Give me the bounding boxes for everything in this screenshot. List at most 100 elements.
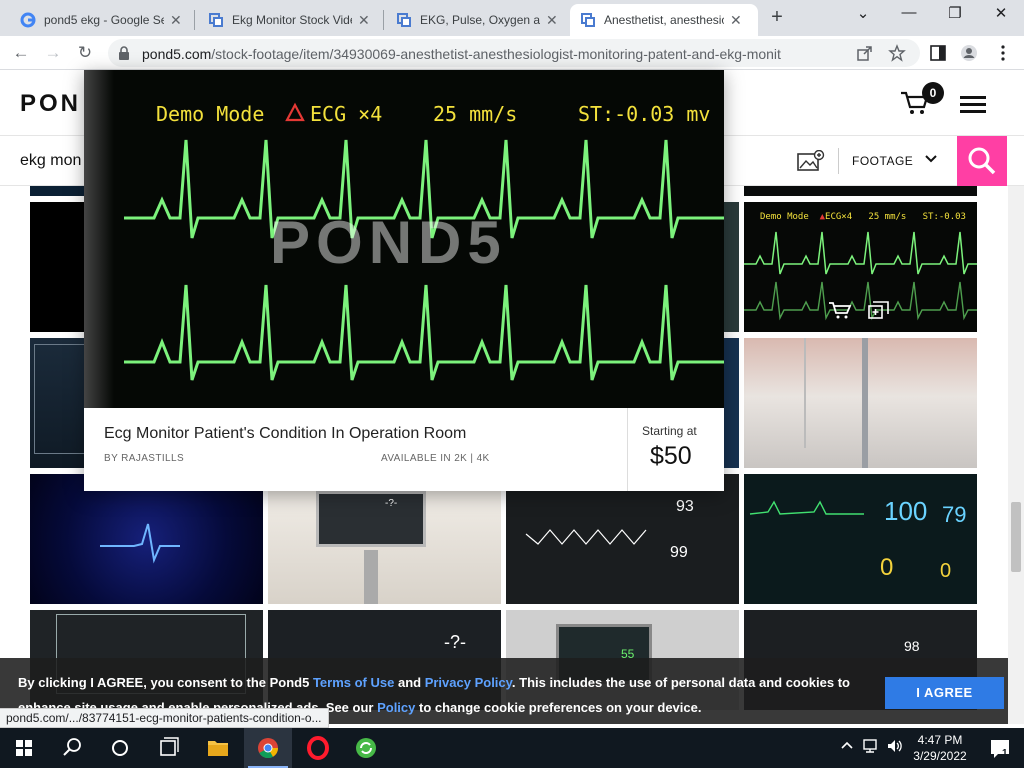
result-thumbnail-ecg[interactable]: Demo Mode ▲ECG×4 25 mm/s ST:-0.03 xyxy=(744,202,977,332)
pond5-watermark: POND5 xyxy=(270,209,507,276)
side-panel-icon[interactable] xyxy=(929,44,947,62)
price-label: Starting at xyxy=(642,424,697,438)
result-thumbnail-iv-pole[interactable] xyxy=(744,338,977,468)
pulse-waveform xyxy=(100,523,180,564)
tab-title: Ekg Monitor Stock Vide xyxy=(232,13,352,27)
clip-author[interactable]: BY RAJASTILLS xyxy=(104,453,184,464)
pond5-icon xyxy=(581,13,595,27)
clip-preview-card[interactable]: Demo Mode ECG ×4 25 mm/s ST:-0.03 mv PON… xyxy=(84,70,724,491)
windows-logo-icon xyxy=(16,740,32,756)
screen: pond5 ekg - Google Se ✕ Ekg Monitor Stoc… xyxy=(0,0,1024,768)
close-icon[interactable]: ✕ xyxy=(358,12,370,29)
iv-tube-graphic xyxy=(804,338,806,448)
tab-ekg-pulse[interactable]: EKG, Pulse, Oxygen and ✕ xyxy=(386,4,568,36)
monitor-waveform xyxy=(749,500,864,515)
start-button[interactable] xyxy=(0,728,48,768)
cookie-text: and xyxy=(394,675,425,690)
monitor-value: 100 xyxy=(884,496,928,526)
tab-anesthetist[interactable]: Anesthetist, anesthesio ✕ xyxy=(570,4,758,36)
result-thumbnail-monitor[interactable]: 93 99 xyxy=(506,474,739,604)
cortana-button[interactable] xyxy=(96,728,144,768)
share-icon[interactable] xyxy=(856,44,874,62)
windows-taskbar: 4:47 PM 3/29/2022 1 xyxy=(0,728,1024,768)
search-taskbar-button[interactable] xyxy=(48,728,96,768)
monitor-screen: -?- xyxy=(316,491,426,547)
divider xyxy=(838,148,839,174)
monitor-value: 93 xyxy=(676,498,694,515)
file-explorer-button[interactable] xyxy=(194,728,242,768)
browser-toolbar: ← → ↻ pond5.com/stock-footage/item/34930… xyxy=(0,36,1024,70)
lock-icon[interactable] xyxy=(118,46,130,60)
visual-search-icon[interactable] xyxy=(796,150,826,172)
tab-search-icon[interactable]: ⌄ xyxy=(848,4,878,26)
task-view-button[interactable] xyxy=(144,728,192,768)
page-scrollbar[interactable] xyxy=(1008,186,1024,724)
notification-count: 1 xyxy=(1002,748,1008,759)
ecg-waveform xyxy=(744,231,977,321)
media-type-select[interactable]: FOOTAGE xyxy=(852,154,913,168)
reload-button[interactable]: ↻ xyxy=(74,42,96,64)
cart-count-badge: 0 xyxy=(922,82,944,104)
chevron-up-icon[interactable] xyxy=(840,738,854,752)
chrome-taskbar-button[interactable] xyxy=(244,728,292,768)
cookie-text: to change cookie preferences on your dev… xyxy=(415,700,702,715)
clip-title[interactable]: Ecg Monitor Patient's Condition In Opera… xyxy=(104,425,466,443)
app-taskbar-button[interactable] xyxy=(342,728,390,768)
close-icon[interactable]: ✕ xyxy=(546,12,558,29)
search-icon xyxy=(968,147,996,175)
address-bar[interactable]: pond5.com/stock-footage/item/34930069-an… xyxy=(108,39,920,67)
result-thumbnail-monitor[interactable]: -?- xyxy=(268,491,501,604)
close-icon[interactable]: ✕ xyxy=(170,12,182,29)
pond5-logo[interactable]: PON xyxy=(20,90,81,118)
more-vert-icon[interactable] xyxy=(994,44,1012,62)
tab-google-search[interactable]: pond5 ekg - Google Se ✕ xyxy=(10,4,192,36)
new-tab-button[interactable]: + xyxy=(766,6,788,28)
tab-ekg-monitor[interactable]: Ekg Monitor Stock Vide ✕ xyxy=(198,4,380,36)
search-button[interactable] xyxy=(957,136,1007,186)
add-to-collection-icon[interactable] xyxy=(867,300,891,320)
maximize-button[interactable]: ❐ xyxy=(940,4,970,26)
clip-preview-video[interactable]: Demo Mode ECG ×4 25 mm/s ST:-0.03 mv PON… xyxy=(84,70,724,408)
result-thumbnail-pulse[interactable] xyxy=(30,474,263,604)
result-thumbnail[interactable] xyxy=(724,202,739,332)
opera-taskbar-button[interactable] xyxy=(294,728,342,768)
back-button[interactable]: ← xyxy=(10,42,32,64)
privacy-policy-link[interactable]: Privacy Policy xyxy=(425,675,512,690)
monitor-value: -?- xyxy=(385,498,398,509)
chevron-down-icon[interactable] xyxy=(924,152,938,166)
cortana-circle-icon xyxy=(112,740,128,756)
clock-time: 4:47 PM xyxy=(917,733,963,747)
taskbar-clock[interactable]: 4:47 PM 3/29/2022 xyxy=(908,732,972,764)
monitor-stand xyxy=(364,550,378,604)
window-close-button[interactable]: ✕ xyxy=(986,4,1016,26)
network-icon[interactable] xyxy=(862,738,880,754)
search-input[interactable]: ekg mon xyxy=(20,152,81,170)
volume-icon[interactable] xyxy=(886,738,904,754)
monitor-waveform xyxy=(525,529,647,545)
terms-of-use-link[interactable]: Terms of Use xyxy=(313,675,394,690)
monitor-value: -?- xyxy=(444,632,466,652)
forward-button[interactable]: → xyxy=(42,42,64,64)
task-view-icon xyxy=(160,737,179,756)
url-path: /stock-footage/item/34930069-anesthetist… xyxy=(211,46,781,62)
url-host: pond5.com xyxy=(142,46,212,62)
cookie-text: By clicking I AGREE, you consent to the … xyxy=(18,675,313,690)
close-icon[interactable]: ✕ xyxy=(730,12,742,29)
policy-link[interactable]: Policy xyxy=(377,700,415,715)
pond5-icon xyxy=(209,13,223,27)
action-center-button[interactable]: 1 xyxy=(976,728,1024,768)
hamburger-menu-icon[interactable] xyxy=(960,96,986,113)
profile-avatar-icon[interactable] xyxy=(960,44,978,62)
add-to-cart-icon[interactable] xyxy=(828,300,852,320)
result-thumbnail-monitor[interactable]: 100 79 0 0 xyxy=(744,474,977,604)
result-thumbnail[interactable] xyxy=(744,186,977,196)
scrollbar-thumb[interactable] xyxy=(1011,502,1021,572)
tab-title: EKG, Pulse, Oxygen and xyxy=(420,13,540,27)
bookmark-star-icon[interactable] xyxy=(888,44,906,62)
monitor-value: 98 xyxy=(904,638,920,654)
minimize-button[interactable]: — xyxy=(894,4,924,26)
result-thumbnail[interactable] xyxy=(724,338,739,468)
link-status-url: pond5.com/.../83774151-ecg-monitor-patie… xyxy=(0,708,329,728)
tab-title: Anesthetist, anesthesio xyxy=(604,13,724,27)
agree-button[interactable]: I AGREE xyxy=(885,677,1004,709)
